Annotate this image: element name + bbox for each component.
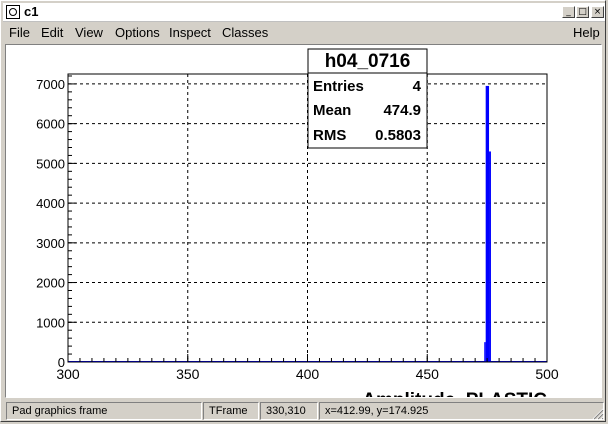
y-tick-label: 5000: [36, 156, 65, 171]
histogram-bar[interactable]: [489, 151, 491, 362]
status-bar: Pad graphics frame TFrame 330,310 x=412.…: [3, 401, 605, 421]
root-window: c1 _ □ × File Edit View Options Inspect …: [0, 0, 606, 422]
stats-label-mean: Mean: [313, 102, 351, 119]
stats-label-entries: Entries: [313, 78, 364, 95]
y-tick-label: 0: [58, 355, 65, 370]
menu-file[interactable]: File: [9, 25, 30, 40]
status-pixel: 330,310: [260, 402, 318, 420]
y-tick-label: 1000: [36, 315, 65, 330]
menu-help[interactable]: Help: [573, 25, 600, 40]
menu-view[interactable]: View: [75, 25, 103, 40]
status-class: TFrame: [203, 402, 259, 420]
canvas-area[interactable]: 300 350 400 450 500 0 1000 2000 3000 4000 5000 600…: [5, 44, 602, 398]
menu-bar: File Edit View Options Inspect Classes H…: [3, 23, 605, 43]
resize-grip-icon[interactable]: [592, 408, 604, 420]
stats-box[interactable]: h04_0716 Entries 4 Mean 474.9 RMS 0.5803: [307, 48, 428, 149]
stats-value-rms: 0.5803: [375, 127, 421, 144]
root-app-icon: [6, 5, 20, 19]
status-object: Pad graphics frame: [6, 402, 202, 420]
menu-edit[interactable]: Edit: [41, 25, 63, 40]
title-bar[interactable]: c1 _ □ ×: [3, 3, 605, 22]
y-tick-label: 7000: [36, 77, 65, 92]
y-tick-label: 4000: [36, 196, 65, 211]
histogram-plot[interactable]: 300 350 400 450 500 010002000300040005000600…: [6, 45, 602, 398]
minimize-button[interactable]: _: [562, 6, 575, 18]
histogram-bar[interactable]: [484, 342, 486, 362]
histogram-bar[interactable]: [485, 85, 490, 362]
stats-value-mean: 474.9: [383, 102, 421, 119]
x-tick-label: 500: [535, 366, 559, 382]
stats-value-entries: 4: [413, 78, 422, 95]
stats-label-rms: RMS: [313, 127, 346, 144]
x-tick-label: 450: [416, 366, 440, 382]
menu-classes[interactable]: Classes: [222, 25, 268, 40]
maximize-button[interactable]: □: [576, 6, 589, 18]
stats-histogram-name: h04_0716: [325, 51, 411, 72]
y-tick-label: 2000: [36, 276, 65, 291]
close-button[interactable]: ×: [591, 6, 604, 18]
y-tick-label: 6000: [36, 117, 65, 132]
menu-inspect[interactable]: Inspect: [169, 25, 211, 40]
status-coordinates: x=412.99, y=174.925: [319, 402, 604, 420]
x-tick-label: 350: [176, 366, 200, 382]
x-tick-label: 400: [296, 366, 320, 382]
x-axis-label: Amplitude_PLASTIC: [362, 390, 547, 398]
window-title: c1: [24, 4, 39, 19]
y-tick-label: 3000: [36, 236, 65, 251]
menu-options[interactable]: Options: [115, 25, 160, 40]
